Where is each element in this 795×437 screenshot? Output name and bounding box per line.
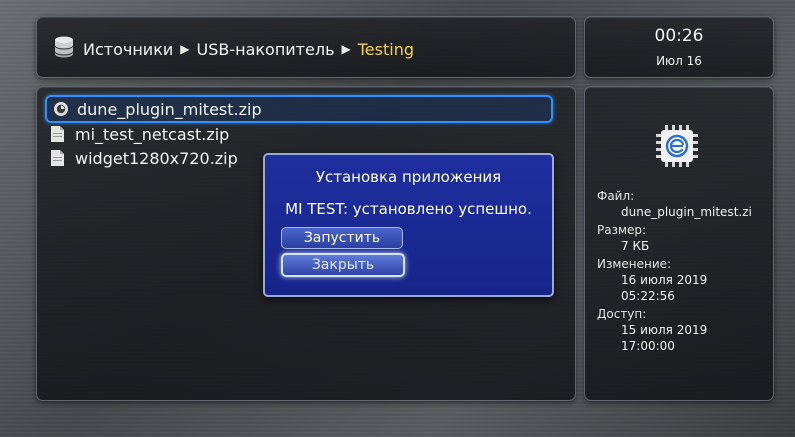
plugin-icon — [53, 101, 68, 118]
access-time: 17:00:00 — [621, 339, 675, 353]
breadcrumb-item-usb[interactable]: USB-накопитель — [196, 40, 334, 59]
breadcrumb-current: Testing — [357, 39, 414, 59]
file-name: dune_plugin_mitest.zip — [77, 99, 262, 119]
install-dialog: Установка приложения MI TEST: установлен… — [263, 153, 554, 297]
access-date: 15 июля 2019 — [621, 323, 708, 337]
file-icon — [51, 149, 65, 167]
dialog-message: MI TEST: установлено успешно. — [285, 200, 532, 218]
access-label: Доступ: — [597, 307, 647, 321]
modified-date: 16 июля 2019 — [621, 273, 708, 287]
close-button[interactable]: Закрыть — [281, 253, 405, 277]
breadcrumb-panel: Источники ▶ USB-накопитель ▶ Testing — [36, 16, 576, 78]
clock-time: 00:26 — [654, 26, 704, 46]
storage-icon — [53, 35, 75, 63]
chevron-right-icon: ▶ — [341, 42, 351, 56]
size-value: 7 КБ — [621, 239, 650, 253]
modified-time: 05:22:56 — [621, 289, 675, 303]
run-button[interactable]: Запустить — [281, 227, 403, 249]
breadcrumb-item-sources[interactable]: Источники — [83, 40, 173, 59]
breadcrumb: Источники ▶ USB-накопитель ▶ Testing — [53, 35, 414, 63]
dialog-title: Установка приложения — [315, 168, 502, 186]
package-icon — [655, 124, 699, 168]
file-icon — [51, 125, 65, 143]
clock-date: Июл 16 — [656, 54, 702, 68]
file-info-panel: Файл: dune_plugin_mitest.zi Размер: 7 КБ… — [584, 86, 774, 401]
file-label: Файл: — [597, 189, 635, 203]
chevron-right-icon: ▶ — [180, 42, 190, 56]
size-label: Размер: — [597, 223, 647, 237]
clock-panel: 00:26 Июл 16 — [584, 16, 774, 78]
file-value: dune_plugin_mitest.zi — [621, 205, 752, 219]
modified-label: Изменение: — [597, 257, 672, 271]
file-list-item-selected[interactable]: dune_plugin_mitest.zip — [45, 95, 553, 123]
file-name: mi_test_netcast.zip — [75, 124, 230, 144]
file-list-item[interactable]: mi_test_netcast.zip — [45, 121, 549, 147]
file-name: widget1280x720.zip — [75, 148, 238, 168]
